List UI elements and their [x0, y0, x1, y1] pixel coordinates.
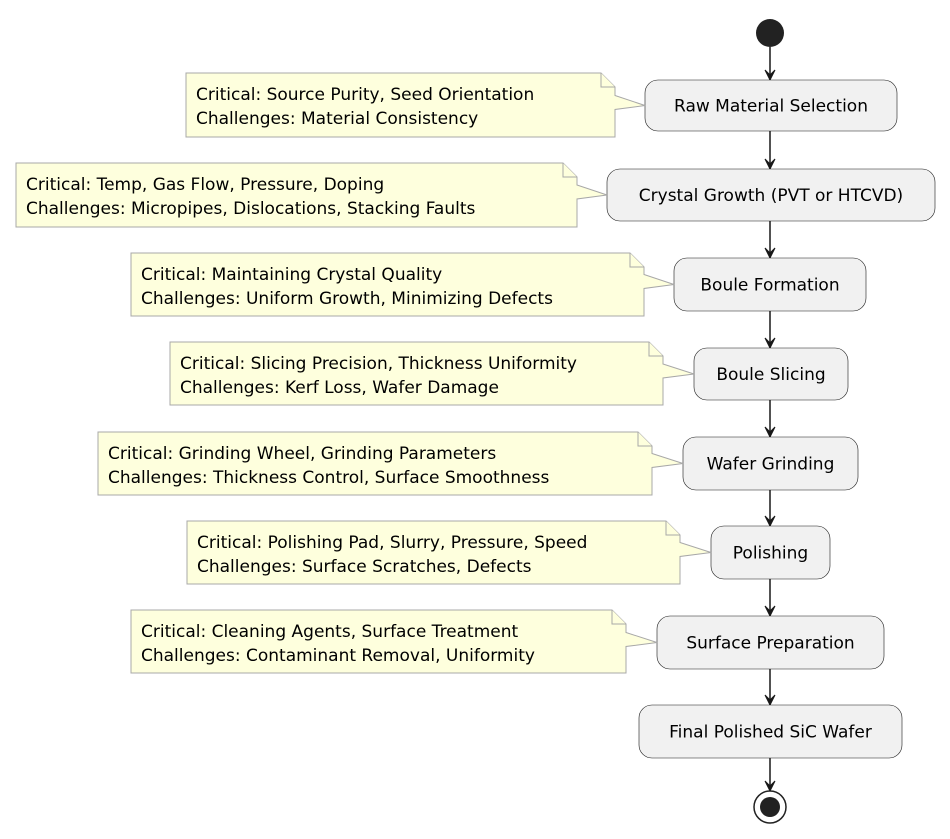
note-critical-text: Critical: Slicing Precision, Thickness U… — [180, 354, 577, 374]
activity-label: Boule Slicing — [716, 365, 825, 385]
flow-arrow — [764, 400, 776, 439]
activity-node: Boule Slicing — [693, 347, 849, 401]
note-challenges-text: Challenges: Contaminant Removal, Uniform… — [141, 646, 535, 666]
activity-label: Final Polished SiC Wafer — [669, 723, 872, 743]
note-critical-text: Critical: Polishing Pad, Slurry, Pressur… — [197, 533, 587, 553]
note-challenges-text: Challenges: Kerf Loss, Wafer Damage — [180, 378, 499, 398]
note: Critical: Slicing Precision, Thickness U… — [169, 341, 695, 406]
note-challenges-text: Challenges: Material Consistency — [196, 109, 478, 129]
note: Critical: Grinding Wheel, Grinding Param… — [97, 431, 684, 496]
activity-node: Crystal Growth (PVT or HTCVD) — [606, 168, 936, 222]
activity-node: Boule Formation — [673, 257, 867, 312]
activity-label: Crystal Growth (PVT or HTCVD) — [639, 186, 903, 206]
flow-arrow — [764, 47, 776, 82]
note-challenges-text: Challenges: Uniform Growth, Minimizing D… — [141, 289, 553, 309]
flow-arrow — [764, 669, 776, 707]
note: Critical: Cleaning Agents, Surface Treat… — [130, 609, 658, 674]
note-critical-text: Critical: Source Purity, Seed Orientatio… — [196, 85, 534, 105]
end-node — [753, 790, 787, 824]
flow-arrow — [764, 131, 776, 171]
flow-arrow — [764, 758, 776, 793]
note: Critical: Polishing Pad, Slurry, Pressur… — [186, 520, 712, 585]
activity-label: Polishing — [733, 544, 808, 564]
note-challenges-text: Challenges: Thickness Control, Surface S… — [108, 468, 550, 488]
activity-node: Raw Material Selection — [644, 79, 898, 132]
activity-label: Boule Formation — [700, 276, 839, 296]
activity-node: Polishing — [710, 525, 831, 580]
note: Critical: Source Purity, Seed Orientatio… — [185, 72, 646, 138]
activity-label: Surface Preparation — [686, 634, 854, 654]
flow-arrow — [764, 579, 776, 618]
start-node — [756, 19, 784, 47]
note-challenges-text: Challenges: Micropipes, Dislocations, St… — [26, 199, 476, 219]
activity-node: Surface Preparation — [656, 615, 885, 670]
flow-arrow — [764, 490, 776, 528]
note-critical-text: Critical: Cleaning Agents, Surface Treat… — [141, 622, 519, 642]
nodes-layer: Raw Material Selection Critical: Source P… — [15, 19, 936, 824]
note-challenges-text: Challenges: Surface Scratches, Defects — [197, 557, 532, 577]
note-critical-text: Critical: Temp, Gas Flow, Pressure, Dopi… — [26, 175, 384, 195]
flow-arrow — [764, 311, 776, 350]
activity-node: Wafer Grinding — [682, 436, 859, 491]
flow-arrow — [764, 221, 776, 260]
activity-diagram: Raw Material Selection Critical: Source P… — [15, 19, 936, 824]
note: Critical: Maintaining Crystal Quality Cha… — [130, 252, 675, 317]
edges-layer — [764, 47, 776, 793]
note: Critical: Temp, Gas Flow, Pressure, Dopi… — [15, 162, 608, 228]
activity-node: Final Polished SiC Wafer — [638, 704, 903, 759]
note-critical-text: Critical: Grinding Wheel, Grinding Param… — [108, 444, 496, 464]
note-critical-text: Critical: Maintaining Crystal Quality — [141, 265, 442, 285]
activity-label: Wafer Grinding — [707, 455, 835, 475]
activity-label: Raw Material Selection — [674, 97, 868, 117]
